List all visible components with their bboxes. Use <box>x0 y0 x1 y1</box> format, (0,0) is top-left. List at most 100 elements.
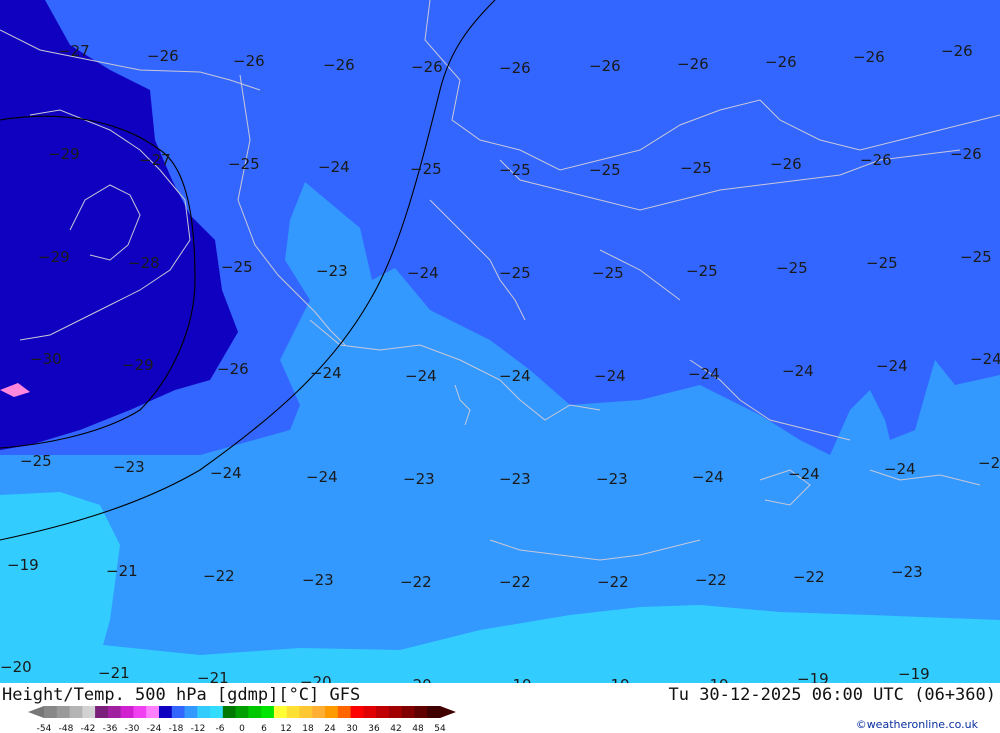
contour-label: −25 <box>592 264 624 282</box>
legend-swatch <box>401 706 415 718</box>
contour-label: −29 <box>38 248 70 266</box>
contour-label: −26 <box>147 47 179 65</box>
legend-tick: -24 <box>147 724 162 733</box>
legend-tick: 0 <box>239 724 245 733</box>
contour-label: −19 <box>500 676 532 683</box>
contour-label: −25 <box>680 159 712 177</box>
contour-label: −24 <box>318 158 350 176</box>
contour-label: −23 <box>499 470 531 488</box>
contour-label: −26 <box>677 55 709 73</box>
contour-label: −21 <box>98 664 130 682</box>
contour-label: −21 <box>197 669 229 683</box>
contour-label: −28 <box>128 254 160 272</box>
legend-swatch <box>82 706 96 718</box>
contour-label: −26 <box>853 48 885 66</box>
contour-label: −22 <box>400 573 432 591</box>
contour-label: −22 <box>695 571 727 589</box>
contour-label: −24 <box>692 468 724 486</box>
legend-tick: 24 <box>324 724 336 733</box>
legend-tick: -48 <box>59 724 74 733</box>
contour-label: −26 <box>765 53 797 71</box>
legend-tick: -12 <box>191 724 206 733</box>
contour-label: −24 <box>970 350 1000 368</box>
contour-label: −24 <box>405 367 437 385</box>
legend-tick: 48 <box>412 724 424 733</box>
contour-label: −22 <box>499 573 531 591</box>
contour-label: −20 <box>300 673 332 683</box>
contour-label: −19 <box>697 676 729 683</box>
contour-label: −26 <box>770 155 802 173</box>
contour-label: −29 <box>48 145 80 163</box>
contour-label: −19 <box>797 670 829 683</box>
contour-label: −19 <box>598 676 630 683</box>
contour-label: −25 <box>866 254 898 272</box>
legend-swatch <box>299 706 313 718</box>
legend-tick: 18 <box>302 724 314 733</box>
legend-swatch <box>337 706 352 718</box>
contour-label: −20 <box>400 676 432 683</box>
legend-swatch <box>388 706 403 718</box>
legend-swatch <box>248 706 262 718</box>
contour-label: −22 <box>203 567 235 585</box>
contour-label: −22 <box>597 573 629 591</box>
contour-label: −26 <box>950 145 982 163</box>
contour-label: −24 <box>688 365 720 383</box>
legend-tick: 54 <box>434 724 446 733</box>
legend-swatch <box>312 706 326 718</box>
contour-label: −21 <box>106 562 138 580</box>
legend-swatch <box>222 706 237 718</box>
contour-label: −22 <box>793 568 825 586</box>
contour-label: −26 <box>411 58 443 76</box>
contour-label: −19 <box>7 556 39 574</box>
contour-label: −23 <box>113 458 145 476</box>
contour-label: −24 <box>788 465 820 483</box>
legend-swatch <box>427 706 441 718</box>
legend-tick: -6 <box>216 724 225 733</box>
legend-swatch <box>133 706 147 718</box>
legend-swatch <box>350 706 364 718</box>
contour-label: −24 <box>594 367 626 385</box>
contour-label: −24 <box>407 264 439 282</box>
legend-swatch <box>286 706 300 718</box>
contour-label: −23 <box>316 262 348 280</box>
contour-label: −26 <box>941 42 973 60</box>
contour-label: −30 <box>30 350 62 368</box>
map-timestamp: Tu 30-12-2025 06:00 UTC (06+360) <box>668 685 996 705</box>
contour-label: −24 <box>782 362 814 380</box>
contour-label: −25 <box>776 259 808 277</box>
legend-swatch <box>273 706 288 718</box>
contour-label: −26 <box>217 360 249 378</box>
contour-label: −25 <box>228 155 260 173</box>
legend-swatch <box>107 706 122 718</box>
legend-tick: 12 <box>280 724 291 733</box>
contour-label: −25 <box>589 161 621 179</box>
contour-label: −29 <box>122 356 154 374</box>
contour-label: −24 <box>884 460 916 478</box>
map-title: Height/Temp. 500 hPa [gdmp][°C] GFS <box>2 685 361 705</box>
legend-swatch <box>184 706 198 718</box>
legend-tick: 36 <box>368 724 380 733</box>
legend-tick: 30 <box>346 724 358 733</box>
contour-label: −25 <box>499 264 531 282</box>
legend-arrow-low <box>28 706 44 718</box>
footer-bar: Height/Temp. 500 hPa [gdmp][°C] GFS Tu 3… <box>0 683 1000 733</box>
contour-label: −26 <box>499 59 531 77</box>
legend-tick: -36 <box>103 724 118 733</box>
contour-label: −26 <box>589 57 621 75</box>
forecast-map: −27 −26 −26 −26 −26 −26 −26 −26 −26 −26 −26 −29 −27 −… <box>0 0 1000 683</box>
contour-label: −25 <box>20 452 52 470</box>
legend-swatch <box>171 706 186 718</box>
legend-tick: -42 <box>81 724 96 733</box>
legend-tick: 42 <box>390 724 401 733</box>
contour-label: −25 <box>960 248 992 266</box>
legend-swatch <box>414 706 428 718</box>
legend-swatch <box>158 706 173 718</box>
legend-swatch <box>376 706 390 718</box>
legend-swatch <box>69 706 83 718</box>
credit-link[interactable]: ©weatheronline.co.uk <box>856 718 978 731</box>
legend-swatch <box>120 706 134 718</box>
contour-label: −26 <box>323 56 355 74</box>
contour-label: −24 <box>210 464 242 482</box>
contour-label: −26 <box>233 52 265 70</box>
contour-label: −25 <box>410 160 442 178</box>
